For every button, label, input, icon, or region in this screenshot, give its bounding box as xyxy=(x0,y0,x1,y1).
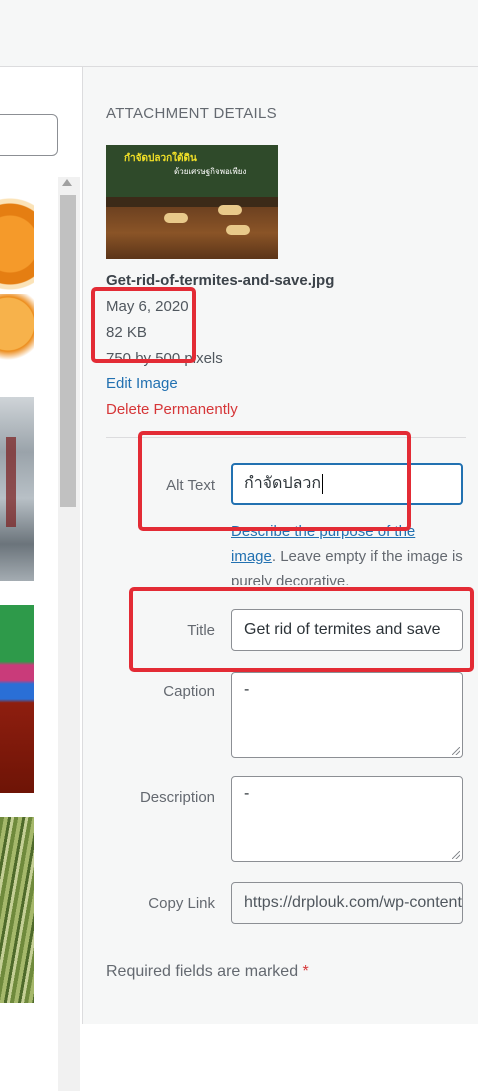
caption-label: Caption xyxy=(163,683,215,700)
section-title: ATTACHMENT DETAILS xyxy=(106,105,277,122)
annotation-box xyxy=(91,287,196,363)
annotation-box xyxy=(129,587,474,672)
termite-graphic xyxy=(226,225,250,235)
attachment-details-panel: ATTACHMENT DETAILS กำจัดปลวกใต้ดิน ด้วยเ… xyxy=(83,67,478,1024)
preview-headline: กำจัดปลวกใต้ดิน xyxy=(124,153,197,164)
annotation-box xyxy=(138,431,411,531)
edit-image-link[interactable]: Edit Image xyxy=(106,375,178,392)
attachment-preview-image[interactable]: กำจัดปลวกใต้ดิน ด้วยเศรษฐกิจพอเพียง xyxy=(106,145,278,259)
media-search-input[interactable] xyxy=(0,114,58,156)
description-label: Description xyxy=(139,789,215,806)
delete-permanently-link[interactable]: Delete Permanently xyxy=(106,401,238,418)
scroll-up-arrow-icon[interactable] xyxy=(62,179,72,186)
media-library-grid xyxy=(0,67,83,1091)
media-thumbnail[interactable] xyxy=(0,605,34,793)
required-fields-note: Required fields are marked * xyxy=(106,963,309,980)
scrollbar-thumb[interactable] xyxy=(60,195,76,507)
copy-link-input[interactable]: https://drplouk.com/wp-content/uploads/G… xyxy=(231,882,463,924)
description-textarea[interactable]: - xyxy=(231,776,463,862)
media-thumbnail[interactable] xyxy=(0,397,34,581)
copy-link-label: Copy Link xyxy=(148,895,215,912)
caption-textarea[interactable]: - xyxy=(231,672,463,758)
top-bar xyxy=(0,0,478,67)
termite-graphic xyxy=(218,205,242,215)
termite-graphic xyxy=(164,213,188,223)
scrollbar[interactable] xyxy=(58,177,80,1091)
preview-subline: ด้วยเศรษฐกิจพอเพียง xyxy=(174,167,247,176)
media-thumbnail[interactable] xyxy=(0,184,34,370)
media-thumbnail[interactable] xyxy=(0,817,34,1003)
required-star: * xyxy=(302,963,309,980)
